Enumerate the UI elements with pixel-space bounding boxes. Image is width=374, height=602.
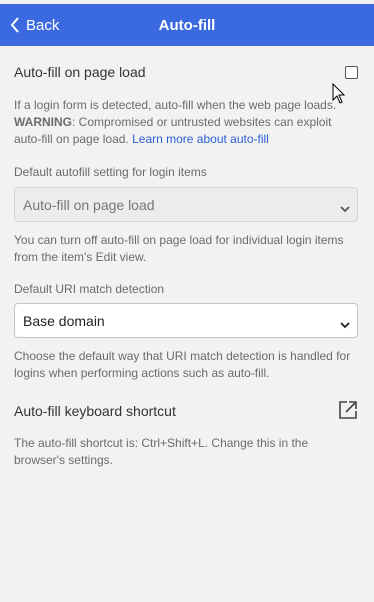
autofill-on-page-load-help: If a login form is detected, auto-fill w…	[14, 97, 358, 148]
keyboard-shortcut-label: Auto-fill keyboard shortcut	[14, 403, 176, 419]
autofill-on-page-load-label: Auto-fill on page load	[14, 64, 146, 80]
default-autofill-value: Auto-fill on page load	[23, 196, 155, 213]
chevron-down-icon	[340, 200, 350, 216]
keyboard-shortcut-help: The auto-fill shortcut is: Ctrl+Shift+L.…	[14, 436, 309, 467]
uri-match-label: Default URI match detection	[14, 282, 165, 296]
uri-match-value: Base domain	[23, 312, 105, 329]
chevron-down-icon	[340, 316, 350, 332]
uri-match-select[interactable]: Base domain	[14, 303, 358, 338]
default-autofill-label: Default autofill setting for login items	[14, 165, 207, 179]
default-autofill-select[interactable]: Auto-fill on page load	[14, 187, 358, 222]
external-link-icon[interactable]	[338, 400, 358, 425]
default-autofill-help: You can turn off auto-fill on page load …	[14, 233, 344, 264]
warning-label: WARNING	[14, 115, 72, 129]
uri-match-help: Choose the default way that URI match de…	[14, 349, 351, 380]
learn-more-link[interactable]: Learn more about auto-fill	[132, 132, 269, 146]
header-bar: Back Auto-fill	[0, 4, 374, 46]
back-button[interactable]: Back	[10, 4, 59, 46]
autofill-on-page-load-checkbox[interactable]	[345, 66, 358, 79]
chevron-left-icon	[10, 17, 20, 33]
help-text: If a login form is detected, auto-fill w…	[14, 98, 337, 112]
back-label: Back	[26, 16, 60, 34]
